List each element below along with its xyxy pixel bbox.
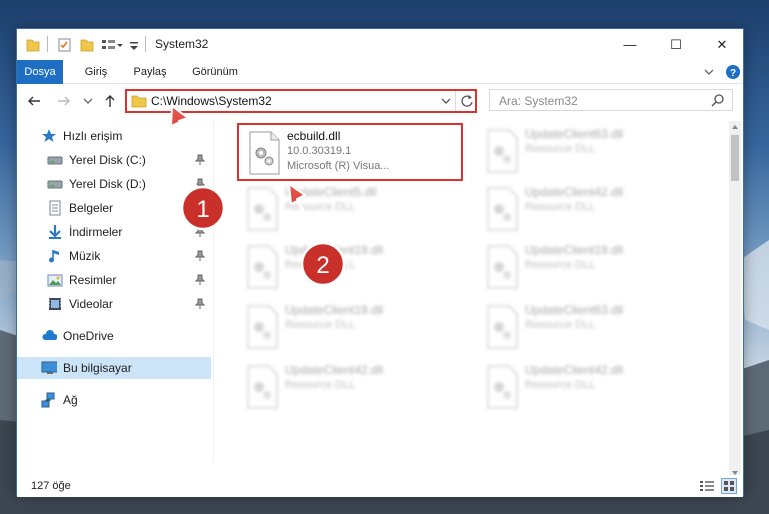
annotation-overlay <box>170 105 319 245</box>
step-badge-1: 1 <box>180 185 226 231</box>
arrow-2 <box>288 183 319 245</box>
step-number-1: 1 <box>196 196 209 223</box>
step-badge-2: 2 <box>300 241 346 287</box>
step-number-2: 2 <box>316 252 329 279</box>
arrow-1 <box>170 105 200 191</box>
